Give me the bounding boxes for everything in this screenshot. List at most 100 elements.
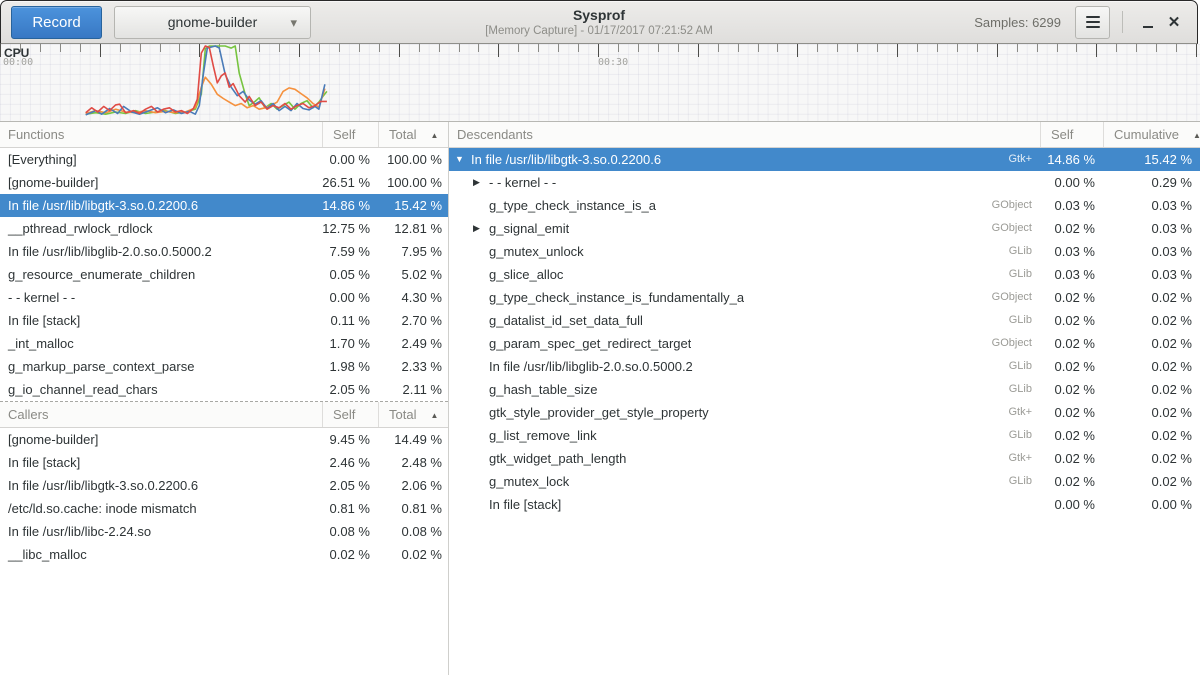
self-column-header[interactable]: Self	[322, 122, 378, 147]
self-column-header[interactable]: Self	[322, 402, 378, 427]
function-name-cell: In file [stack]	[449, 493, 1040, 516]
self-value-cell: 0.11 %	[322, 309, 378, 332]
table-row[interactable]: __libc_malloc 0.02 % 0.02 %	[0, 543, 448, 566]
table-row[interactable]: In file [stack] 2.46 % 2.48 %	[0, 451, 448, 474]
self-value-cell: 0.02 %	[1040, 401, 1103, 424]
function-name-cell: _int_malloc	[0, 332, 322, 355]
cumulative-value-cell: 0.02 %	[1103, 355, 1200, 378]
self-value-cell: 0.02 %	[1040, 424, 1103, 447]
function-name-cell: [Everything]	[0, 148, 322, 171]
library-tag: GObject	[982, 194, 1040, 217]
expander-icon[interactable]: ▶	[473, 171, 489, 194]
self-value-cell: 0.02 %	[1040, 378, 1103, 401]
menu-button[interactable]	[1075, 6, 1110, 39]
tree-row[interactable]: g_mutex_lock GLib 0.02 % 0.02 %	[449, 470, 1200, 493]
callers-column-header[interactable]: Callers	[0, 402, 322, 427]
close-button[interactable]: ✕	[1161, 9, 1187, 35]
cumulative-column-header[interactable]: Cumulative▲	[1103, 122, 1200, 147]
tree-row[interactable]: g_list_remove_link GLib 0.02 % 0.02 %	[449, 424, 1200, 447]
total-value-cell: 4.30 %	[378, 286, 448, 309]
tree-row[interactable]: g_type_check_instance_is_fundamentally_a…	[449, 286, 1200, 309]
cumulative-value-cell: 0.02 %	[1103, 424, 1200, 447]
function-name: g_type_check_instance_is_a	[489, 194, 656, 217]
cumulative-value-cell: 0.02 %	[1103, 401, 1200, 424]
minimize-icon	[1143, 26, 1153, 28]
descendants-column-header[interactable]: Descendants	[449, 122, 1040, 147]
sort-ascending-icon: ▲	[430, 131, 438, 140]
total-value-cell: 14.49 %	[378, 428, 448, 451]
tree-row[interactable]: In file /usr/lib/libglib-2.0.so.0.5000.2…	[449, 355, 1200, 378]
tree-row[interactable]: g_param_spec_get_redirect_target GObject…	[449, 332, 1200, 355]
table-row[interactable]: [gnome-builder] 9.45 % 14.49 %	[0, 428, 448, 451]
self-value-cell: 1.98 %	[322, 355, 378, 378]
table-row[interactable]: __pthread_rwlock_rdlock 12.75 % 12.81 %	[0, 217, 448, 240]
self-value-cell: 0.81 %	[322, 497, 378, 520]
table-row[interactable]: _int_malloc 1.70 % 2.49 %	[0, 332, 448, 355]
library-tag: Gtk+	[998, 148, 1040, 171]
descendants-pane: Descendants Self Cumulative▲ ▼ In file /…	[449, 122, 1200, 675]
cpu-graph[interactable]: CPU 00:00 00:30	[0, 44, 1200, 122]
self-value-cell: 0.00 %	[322, 148, 378, 171]
total-value-cell: 100.00 %	[378, 148, 448, 171]
self-value-cell: 0.00 %	[1040, 171, 1103, 194]
table-row[interactable]: /etc/ld.so.cache: inode mismatch 0.81 % …	[0, 497, 448, 520]
left-pane: Functions Self Total▲ [Everything] 0.00 …	[0, 122, 449, 675]
self-value-cell: 2.05 %	[322, 378, 378, 401]
tree-row[interactable]: g_datalist_id_set_data_full GLib 0.02 % …	[449, 309, 1200, 332]
table-row[interactable]: - - kernel - - 0.00 % 4.30 %	[0, 286, 448, 309]
self-value-cell: 0.02 %	[1040, 286, 1103, 309]
function-name-cell: g_datalist_id_set_data_full GLib	[449, 309, 1040, 332]
function-name-cell: g_markup_parse_context_parse	[0, 355, 322, 378]
cumulative-value-cell: 0.03 %	[1103, 240, 1200, 263]
record-button[interactable]: Record	[11, 6, 102, 39]
total-value-cell: 12.81 %	[378, 217, 448, 240]
expander-icon[interactable]: ▶	[473, 217, 489, 240]
tree-row[interactable]: gtk_style_provider_get_style_property Gt…	[449, 401, 1200, 424]
table-row[interactable]: In file [stack] 0.11 % 2.70 %	[0, 309, 448, 332]
self-value-cell: 0.02 %	[1040, 332, 1103, 355]
target-dropdown[interactable]: gnome-builder ▾	[114, 6, 311, 39]
function-name-cell: g_mutex_lock GLib	[449, 470, 1040, 493]
cumulative-value-cell: 0.02 %	[1103, 286, 1200, 309]
function-name-cell: In file [stack]	[0, 451, 322, 474]
table-row[interactable]: g_io_channel_read_chars 2.05 % 2.11 %	[0, 378, 448, 401]
library-tag: GLib	[999, 309, 1040, 332]
total-column-header[interactable]: Total▲	[378, 402, 448, 427]
function-name-cell: g_resource_enumerate_children	[0, 263, 322, 286]
table-row[interactable]: In file /usr/lib/libglib-2.0.so.0.5000.2…	[0, 240, 448, 263]
function-name-cell: In file /usr/lib/libgtk-3.so.0.2200.6	[0, 474, 322, 497]
tree-row[interactable]: gtk_widget_path_length Gtk+ 0.02 % 0.02 …	[449, 447, 1200, 470]
total-value-cell: 15.42 %	[378, 194, 448, 217]
functions-column-header[interactable]: Functions	[0, 122, 322, 147]
expander-icon[interactable]: ▼	[455, 148, 471, 171]
table-row[interactable]: [gnome-builder] 26.51 % 100.00 %	[0, 171, 448, 194]
total-value-cell: 0.81 %	[378, 497, 448, 520]
function-name: In file /usr/lib/libglib-2.0.so.0.5000.2	[489, 355, 693, 378]
cumulative-value-cell: 0.00 %	[1103, 493, 1200, 516]
tree-row[interactable]: g_mutex_unlock GLib 0.03 % 0.03 %	[449, 240, 1200, 263]
function-name-cell: g_list_remove_link GLib	[449, 424, 1040, 447]
tree-row[interactable]: g_type_check_instance_is_a GObject 0.03 …	[449, 194, 1200, 217]
tree-row[interactable]: g_slice_alloc GLib 0.03 % 0.03 %	[449, 263, 1200, 286]
table-row[interactable]: In file /usr/lib/libgtk-3.so.0.2200.6 2.…	[0, 474, 448, 497]
tree-row[interactable]: ▼ In file /usr/lib/libgtk-3.so.0.2200.6 …	[449, 148, 1200, 171]
function-name-cell: g_io_channel_read_chars	[0, 378, 322, 401]
minimize-button[interactable]	[1135, 9, 1161, 35]
self-column-header[interactable]: Self	[1040, 122, 1103, 147]
tree-row[interactable]: ▶ - - kernel - - 0.00 % 0.29 %	[449, 171, 1200, 194]
tree-row[interactable]: In file [stack] 0.00 % 0.00 %	[449, 493, 1200, 516]
function-name-cell: [gnome-builder]	[0, 171, 322, 194]
table-row[interactable]: In file /usr/lib/libgtk-3.so.0.2200.6 14…	[0, 194, 448, 217]
total-column-header[interactable]: Total▲	[378, 122, 448, 147]
table-row[interactable]: In file /usr/lib/libc-2.24.so 0.08 % 0.0…	[0, 520, 448, 543]
tree-row[interactable]: ▶ g_signal_emit GObject 0.02 % 0.03 %	[449, 217, 1200, 240]
sort-ascending-icon: ▲	[430, 411, 438, 420]
total-value-cell: 2.49 %	[378, 332, 448, 355]
total-value-cell: 2.11 %	[378, 378, 448, 401]
tree-row[interactable]: g_hash_table_size GLib 0.02 % 0.02 %	[449, 378, 1200, 401]
functions-section: Functions Self Total▲ [Everything] 0.00 …	[0, 122, 448, 401]
table-row[interactable]: g_resource_enumerate_children 0.05 % 5.0…	[0, 263, 448, 286]
table-row[interactable]: [Everything] 0.00 % 100.00 %	[0, 148, 448, 171]
self-value-cell: 0.02 %	[1040, 217, 1103, 240]
table-row[interactable]: g_markup_parse_context_parse 1.98 % 2.33…	[0, 355, 448, 378]
